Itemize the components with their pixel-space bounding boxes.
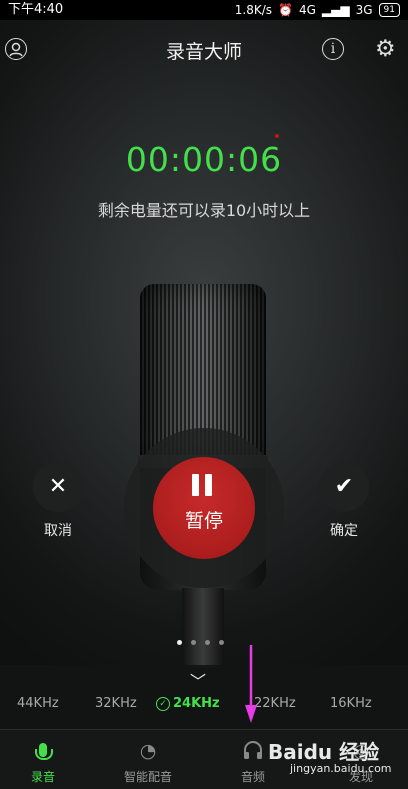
frequency-selected-label: 24KHz bbox=[173, 696, 220, 711]
title-bar: 录音大师 i ⚙ bbox=[0, 20, 408, 78]
alarm-icon: ⏰ bbox=[278, 3, 293, 17]
status-indicators: 1.8K/s ⏰ 4G ▂▄▆ 3G 91 bbox=[235, 0, 400, 20]
check-icon: ✔ bbox=[334, 474, 354, 499]
frequency-selector: 44KHz 32KHz ✓ 24KHz 22KHz 16KHz bbox=[0, 696, 408, 716]
network-4g: 4G bbox=[298, 3, 316, 17]
check-circle-icon: ✓ bbox=[156, 697, 170, 711]
signal-icon: ▂▄▆ bbox=[321, 3, 350, 17]
page-dot bbox=[177, 640, 182, 645]
status-bar: 下午4:40 1.8K/s ⏰ 4G ▂▄▆ 3G 91 bbox=[0, 0, 408, 20]
network-3g: 3G bbox=[355, 3, 373, 17]
info-icon[interactable]: i bbox=[322, 38, 344, 60]
gear-icon[interactable]: ⚙ bbox=[375, 36, 396, 62]
network-speed: 1.8K/s bbox=[234, 3, 273, 17]
cancel-label: 取消 bbox=[44, 523, 72, 539]
frequency-option[interactable]: 32KHz bbox=[95, 696, 137, 711]
frequency-option[interactable]: 22KHz bbox=[254, 696, 296, 711]
cancel-button[interactable]: ✕ bbox=[33, 462, 83, 512]
page-dot bbox=[205, 640, 210, 645]
battery-remaining-hint: 剩余电量还可以录10小时以上 bbox=[97, 201, 311, 220]
recording-timer: 00:00:06 bbox=[125, 140, 283, 179]
watermark-logo: Baidu 经验 bbox=[268, 740, 380, 764]
pause-icon bbox=[189, 474, 215, 496]
confirm-button[interactable]: ✔ bbox=[319, 462, 369, 512]
microphone-stand bbox=[182, 588, 224, 668]
status-time: 下午4:40 bbox=[8, 2, 64, 17]
nav-label: 智能配音 bbox=[123, 770, 172, 784]
frequency-option[interactable]: 16KHz bbox=[330, 696, 372, 711]
recording-screen: 下午4:40 1.8K/s ⏰ 4G ▂▄▆ 3G 91 录音大师 i ⚙ 00… bbox=[0, 0, 408, 789]
nav-label: 录音 bbox=[30, 770, 55, 784]
recording-indicator-dot bbox=[275, 134, 279, 138]
watermark-url: jingyan.baidu.com bbox=[290, 762, 392, 775]
page-dot bbox=[191, 640, 196, 645]
close-icon: ✕ bbox=[48, 474, 68, 499]
battery-indicator: 91 bbox=[378, 3, 400, 17]
page-indicator bbox=[177, 640, 224, 645]
nav-item-dubbing[interactable]: ◔ 智能配音 bbox=[107, 730, 189, 789]
page-dot bbox=[219, 640, 224, 645]
pause-label: 暂停 bbox=[184, 510, 223, 532]
confirm-label: 确定 bbox=[330, 523, 358, 539]
dubbing-icon: ◔ bbox=[139, 740, 157, 762]
nav-label: 音频 bbox=[240, 770, 265, 784]
frequency-option[interactable]: 44KHz bbox=[17, 696, 59, 711]
microphone-icon bbox=[2, 740, 84, 762]
annotation-arrow bbox=[245, 645, 257, 723]
nav-item-record[interactable]: 录音 bbox=[2, 730, 84, 789]
frequency-option-selected[interactable]: ✓ 24KHz bbox=[156, 696, 220, 711]
page-title: 录音大师 bbox=[165, 41, 242, 63]
chevron-down-icon[interactable]: ﹀ bbox=[190, 668, 206, 692]
